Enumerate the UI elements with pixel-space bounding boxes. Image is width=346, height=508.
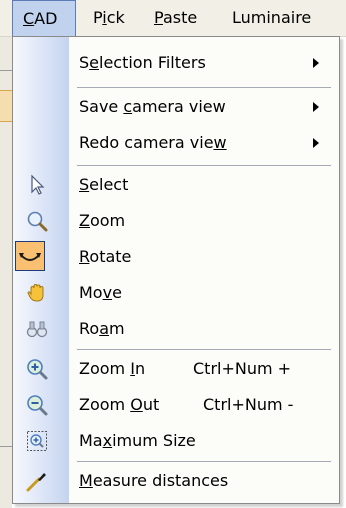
menu-pick-label: P (93, 8, 103, 27)
menu-item-label: Maximum Size (79, 431, 196, 450)
menu-separator (77, 461, 331, 462)
menu-item-label: Measure distances (79, 471, 229, 490)
menu-item-label: Zoom Out (79, 395, 160, 414)
menu-item-measure-distances[interactable]: Measure distances (13, 463, 339, 499)
zoom-extents-icon (25, 429, 49, 453)
menu-item-label: Move (79, 283, 122, 302)
menu-item-label: Save camera view (79, 97, 226, 116)
menu-cad-label: AD (34, 9, 58, 28)
menu-pick[interactable]: Pick (93, 0, 125, 36)
hand-icon (25, 281, 49, 305)
rotate-icon (18, 245, 42, 269)
measure-icon (25, 469, 49, 493)
menu-cad[interactable]: CAD (12, 0, 76, 37)
menu-separator (77, 349, 331, 350)
menu-item-move[interactable]: Move (13, 275, 339, 311)
arrow-cursor-icon (25, 173, 49, 197)
menu-item-select[interactable]: Select (13, 167, 339, 203)
background-divider (0, 446, 12, 447)
menu-item-rotate[interactable]: Rotate (13, 239, 339, 275)
background-divider (0, 70, 12, 71)
menu-item-label: Zoom In (79, 359, 146, 378)
menu-paste-mnemonic: P (154, 8, 163, 27)
menu-separator (77, 87, 331, 88)
menu-item-zoom-in[interactable]: Zoom In Ctrl+Num + (13, 351, 339, 387)
menu-item-label: Zoom (79, 211, 126, 230)
menu-separator (77, 165, 331, 166)
menu-item-shortcut: Ctrl+Num - (203, 395, 294, 414)
zoom-in-icon (25, 357, 49, 381)
menu-item-selection-filters[interactable]: Selection Filters (13, 45, 339, 81)
menu-item-label: Roam (79, 319, 125, 338)
menu-luminaire[interactable]: Luminaire (232, 0, 311, 36)
menu-paste[interactable]: Paste (154, 0, 197, 36)
menu-cad-mnemonic: C (23, 9, 35, 28)
menu-item-zoom-out[interactable]: Zoom Out Ctrl+Num - (13, 387, 339, 423)
menu-item-label: Selection Filters (79, 53, 206, 72)
background-toolbar-edge (0, 90, 12, 122)
cad-dropdown-menu: Selection Filters Save camera view Redo … (12, 36, 340, 504)
menu-item-label: Rotate (79, 247, 132, 266)
menu-item-label: Select (79, 175, 129, 194)
submenu-arrow-icon (313, 138, 319, 148)
menu-item-maximum-size[interactable]: Maximum Size (13, 423, 339, 459)
zoom-out-icon (25, 393, 49, 417)
menu-paste-label-rest: aste (162, 8, 198, 27)
submenu-arrow-icon (313, 102, 319, 112)
submenu-arrow-icon (313, 58, 319, 68)
menu-pick-label-rest: ck (106, 8, 125, 27)
menu-item-shortcut: Ctrl+Num + (193, 359, 292, 378)
menu-item-roam[interactable]: Roam (13, 311, 339, 347)
menu-item-label: Redo camera view (79, 133, 227, 152)
magnifier-icon (25, 209, 49, 233)
menu-item-redo-camera-view[interactable]: Redo camera view (13, 125, 339, 161)
binoculars-icon (25, 317, 49, 341)
menu-bar: CAD Pick Paste Luminaire (0, 0, 346, 37)
menu-item-zoom[interactable]: Zoom (13, 203, 339, 239)
menu-item-save-camera-view[interactable]: Save camera view (13, 89, 339, 125)
